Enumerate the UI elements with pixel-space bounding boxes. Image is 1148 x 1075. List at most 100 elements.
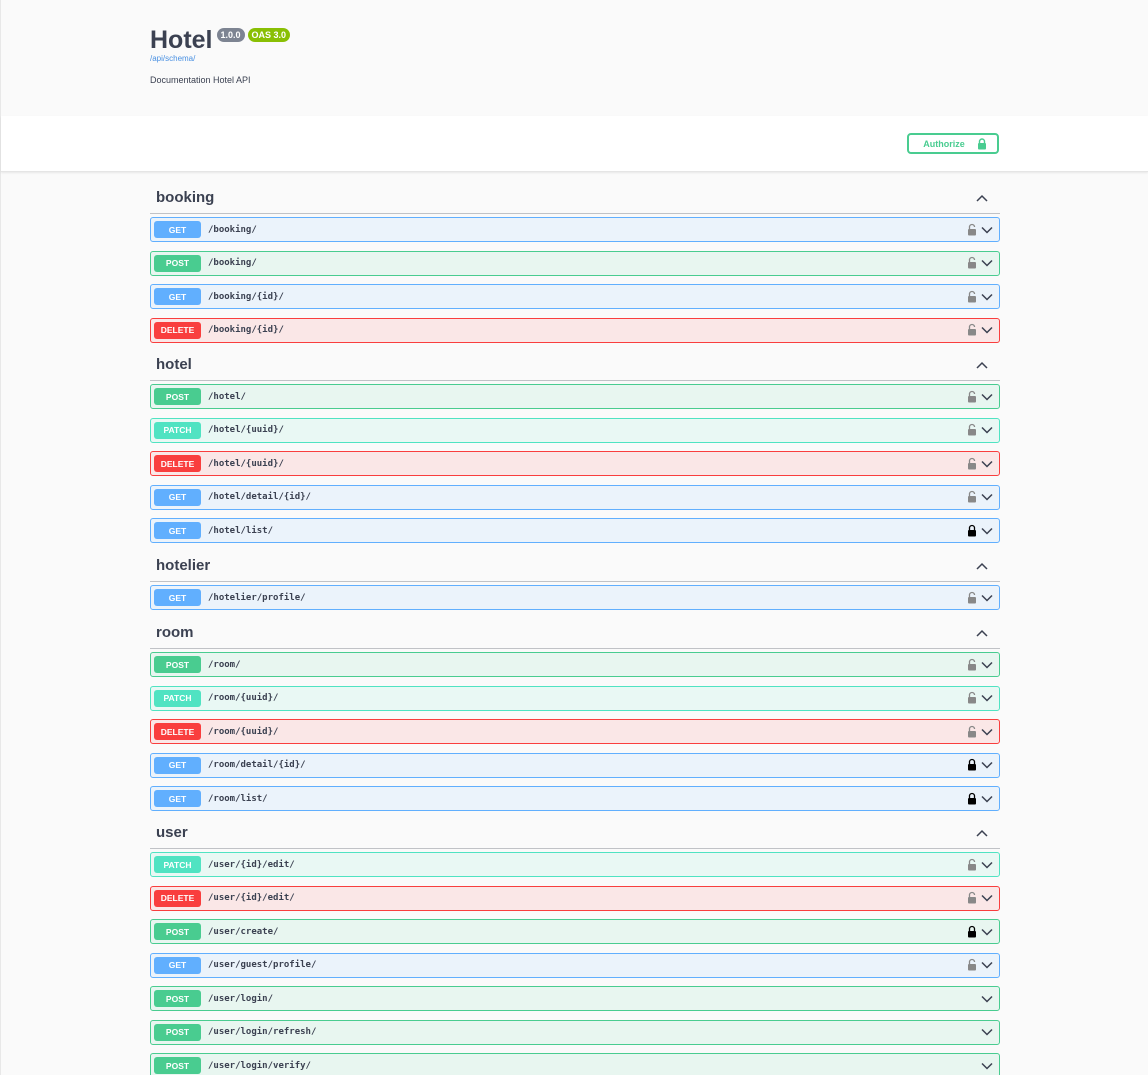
chevron-up-icon[interactable] — [976, 829, 988, 837]
operation-get[interactable]: GET/booking/ — [150, 217, 1000, 242]
lock-open-icon[interactable] — [966, 858, 978, 872]
lock-open-icon[interactable] — [966, 691, 978, 705]
chevron-down-icon[interactable] — [981, 491, 993, 503]
tag-name: user — [156, 824, 188, 841]
lock-closed-icon[interactable] — [966, 758, 978, 772]
method-badge: GET — [154, 288, 201, 305]
chevron-down-icon[interactable] — [981, 291, 993, 303]
operation-delete[interactable]: DELETE/room/{uuid}/ — [150, 719, 1000, 744]
operation-post[interactable]: POST/user/create/ — [150, 919, 1000, 944]
chevron-down-icon[interactable] — [981, 692, 993, 704]
chevron-down-icon[interactable] — [981, 759, 993, 771]
chevron-up-icon[interactable] — [976, 361, 988, 369]
chevron-down-icon[interactable] — [981, 424, 993, 436]
operation-post[interactable]: POST/room/ — [150, 652, 1000, 677]
operation-post[interactable]: POST/booking/ — [150, 250, 1000, 276]
chevron-down-icon[interactable] — [981, 659, 993, 671]
operation-get[interactable]: GET/hotel/list/ — [150, 518, 1000, 543]
tag-header[interactable]: hotelier — [150, 550, 1000, 582]
operation-get[interactable]: GET/user/guest/profile/ — [150, 952, 1000, 978]
operation-patch[interactable]: PATCH/hotel/{uuid}/ — [150, 417, 1000, 443]
method-badge: GET — [154, 522, 201, 539]
operation-post[interactable]: POST/user/login/refresh/ — [150, 1019, 1000, 1045]
chevron-down-icon[interactable] — [981, 859, 993, 871]
operation-post[interactable]: POST/user/login/verify/ — [150, 1053, 1000, 1075]
tag-name: room — [156, 624, 194, 641]
method-badge: PATCH — [154, 421, 201, 439]
lock-open-icon[interactable] — [966, 290, 978, 304]
operation-delete[interactable]: DELETE/hotel/{uuid}/ — [150, 451, 1000, 476]
chevron-down-icon[interactable] — [981, 892, 993, 904]
tag-header[interactable]: booking — [150, 182, 1000, 214]
tag-header[interactable]: user — [150, 817, 1000, 849]
method-badge: GET — [154, 221, 201, 238]
version-badge: 1.0.0 — [216, 28, 245, 42]
tag-header[interactable]: room — [150, 617, 1000, 649]
operation-path: /booking/{id}/ — [208, 325, 284, 335]
operation-get[interactable]: GET/room/detail/{id}/ — [150, 752, 1000, 778]
operation-get[interactable]: GET/hotel/detail/{id}/ — [150, 484, 1000, 510]
operation-path: /user/create/ — [208, 926, 279, 937]
chevron-down-icon[interactable] — [981, 793, 993, 805]
chevron-down-icon[interactable] — [981, 592, 993, 604]
tag-section-booking[interactable]: booking — [150, 182, 1000, 214]
lock-closed-icon[interactable] — [966, 792, 978, 806]
operation-post[interactable]: POST/hotel/ — [150, 384, 1000, 409]
schema-link[interactable]: /api/schema/ — [150, 54, 290, 63]
tag-section-hotel[interactable]: hotel — [150, 349, 1000, 381]
tag-section-room[interactable]: room — [150, 617, 1000, 649]
tag-name: hotel — [156, 356, 192, 373]
chevron-down-icon[interactable] — [981, 458, 993, 470]
lock-open-icon[interactable] — [966, 658, 978, 672]
lock-closed-icon[interactable] — [966, 925, 978, 939]
operation-get[interactable]: GET/booking/{id}/ — [150, 284, 1000, 309]
chevron-down-icon[interactable] — [981, 257, 993, 269]
lock-closed-icon[interactable] — [966, 524, 978, 538]
chevron-up-icon[interactable] — [976, 629, 988, 637]
chevron-down-icon[interactable] — [981, 525, 993, 537]
api-title: Hotel — [150, 26, 213, 54]
chevron-down-icon[interactable] — [981, 993, 993, 1005]
lock-open-icon[interactable] — [966, 725, 978, 739]
authorize-button[interactable]: Authorize — [907, 133, 999, 154]
api-description: Documentation Hotel API — [150, 75, 251, 85]
operation-get[interactable]: GET/room/list/ — [150, 786, 1000, 811]
lock-open-icon[interactable] — [966, 958, 978, 972]
lock-open-icon[interactable] — [966, 256, 978, 270]
chevron-down-icon[interactable] — [981, 1026, 993, 1038]
operation-post[interactable]: POST/user/login/ — [150, 986, 1000, 1011]
lock-open-icon[interactable] — [966, 490, 978, 504]
chevron-down-icon[interactable] — [981, 324, 993, 336]
operation-path: /user/{id}/edit/ — [208, 893, 295, 903]
lock-open-icon[interactable] — [966, 591, 978, 605]
tag-section-user[interactable]: user — [150, 817, 1000, 849]
chevron-down-icon[interactable] — [981, 1060, 993, 1072]
lock-open-icon[interactable] — [966, 423, 978, 437]
lock-open-icon[interactable] — [966, 323, 978, 337]
tag-header[interactable]: hotel — [150, 349, 1000, 381]
chevron-down-icon[interactable] — [981, 391, 993, 403]
method-badge: POST — [154, 656, 201, 673]
chevron-down-icon[interactable] — [981, 926, 993, 938]
operation-patch[interactable]: PATCH/user/{id}/edit/ — [150, 852, 1000, 877]
operation-path: /hotel/list/ — [208, 525, 274, 536]
chevron-down-icon[interactable] — [981, 224, 993, 236]
chevron-up-icon[interactable] — [976, 562, 988, 570]
tag-name: booking — [156, 189, 215, 206]
operation-delete[interactable]: DELETE/user/{id}/edit/ — [150, 885, 1000, 911]
operation-path: /user/login/refresh/ — [208, 1027, 317, 1037]
lock-open-icon[interactable] — [966, 457, 978, 471]
operation-delete[interactable]: DELETE/booking/{id}/ — [150, 317, 1000, 343]
lock-open-icon[interactable] — [966, 223, 978, 237]
operation-patch[interactable]: PATCH/room/{uuid}/ — [150, 685, 1000, 711]
operation-path: /user/login/ — [208, 993, 274, 1004]
chevron-down-icon[interactable] — [981, 959, 993, 971]
lock-open-icon[interactable] — [966, 390, 978, 404]
operation-get[interactable]: GET/hotelier/profile/ — [150, 585, 1000, 610]
lock-open-icon[interactable] — [966, 891, 978, 905]
operation-path: /room/ — [208, 659, 241, 670]
tag-section-hotelier[interactable]: hotelier — [150, 550, 1000, 582]
chevron-up-icon[interactable] — [976, 194, 988, 202]
chevron-down-icon[interactable] — [981, 726, 993, 738]
operation-path: /user/{id}/edit/ — [208, 859, 295, 870]
